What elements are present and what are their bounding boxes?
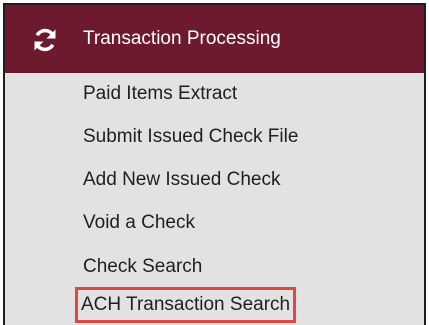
sync-icon: [34, 28, 56, 52]
menu-item-add-new-issued-check[interactable]: Add New Issued Check: [83, 169, 281, 191]
menu-item-submit-issued-check-file[interactable]: Submit Issued Check File: [83, 126, 298, 148]
menu-item-check-search[interactable]: Check Search: [83, 256, 202, 278]
menu-item-ach-transaction-search[interactable]: ACH Transaction Search: [74, 287, 297, 323]
section-title: Transaction Processing: [83, 28, 281, 49]
menu-item-void-a-check[interactable]: Void a Check: [83, 212, 195, 234]
section-header[interactable]: Transaction Processing: [5, 5, 424, 73]
menu-item-paid-items-extract[interactable]: Paid Items Extract: [83, 83, 237, 105]
transaction-processing-panel: Transaction Processing Paid Items Extrac…: [3, 3, 426, 325]
